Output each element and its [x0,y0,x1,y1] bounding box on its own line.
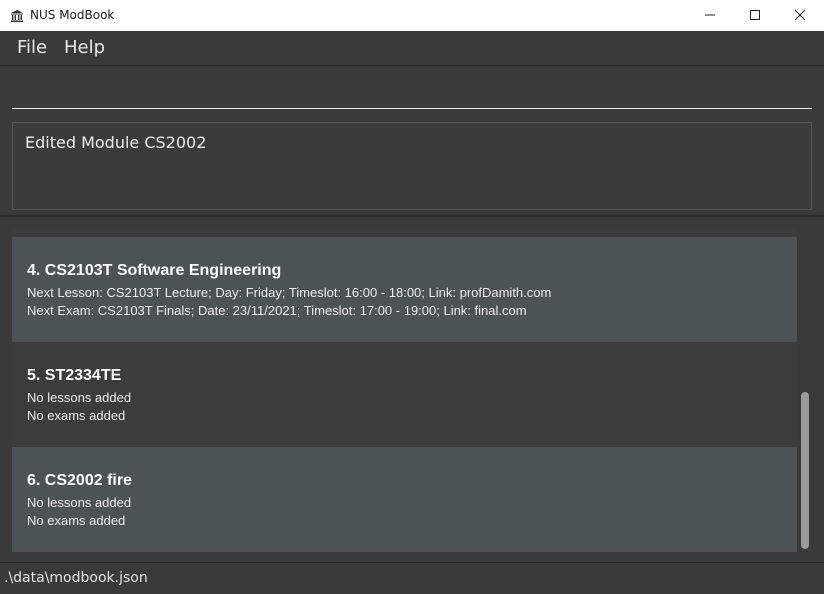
module-lesson: No lessons added [27,390,132,405]
module-list[interactable]: 4. CS2103T Software Engineering Next Les… [0,217,824,562]
status-bar: .\data\modbook.json [0,562,824,594]
module-exam: No exams added [27,513,126,528]
command-input[interactable] [12,74,812,109]
save-location: .\data\modbook.json [4,570,148,586]
title-bar: NUS ModBook [0,0,824,31]
module-title: 6. CS2002 fire [27,472,132,489]
module-exam: No exams added [27,408,126,423]
scrollbar-thumb[interactable] [801,392,809,549]
module-title: 4. CS2103T Software Engineering [27,262,282,279]
list-item[interactable]: 5. ST2334TE No lessons added No exams ad… [12,342,797,447]
minimize-button[interactable] [687,0,733,31]
close-button[interactable] [777,0,823,31]
list-item-partial [12,229,797,237]
institution-icon [10,8,24,22]
module-exam: Next Exam: CS2103T Finals; Date: 23/11/2… [27,303,527,318]
list-item[interactable]: 4. CS2103T Software Engineering Next Les… [12,237,797,342]
menu-file[interactable]: File [17,37,47,58]
command-box [0,66,824,116]
module-title: 5. ST2334TE [27,367,122,384]
list-item[interactable]: 6. CS2002 fire No lessons added No exams… [12,447,797,552]
close-icon [794,6,806,25]
module-lesson: No lessons added [27,495,132,510]
menu-help[interactable]: Help [64,37,105,58]
maximize-icon [749,6,761,25]
result-display: Edited Module CS2002 [12,122,812,210]
menu-bar: File Help [0,31,824,66]
minimize-icon [704,6,716,25]
result-message: Edited Module CS2002 [25,133,207,152]
module-lesson: Next Lesson: CS2103T Lecture; Day: Frida… [27,285,552,300]
maximize-button[interactable] [732,0,778,31]
window-title: NUS ModBook [30,8,115,22]
